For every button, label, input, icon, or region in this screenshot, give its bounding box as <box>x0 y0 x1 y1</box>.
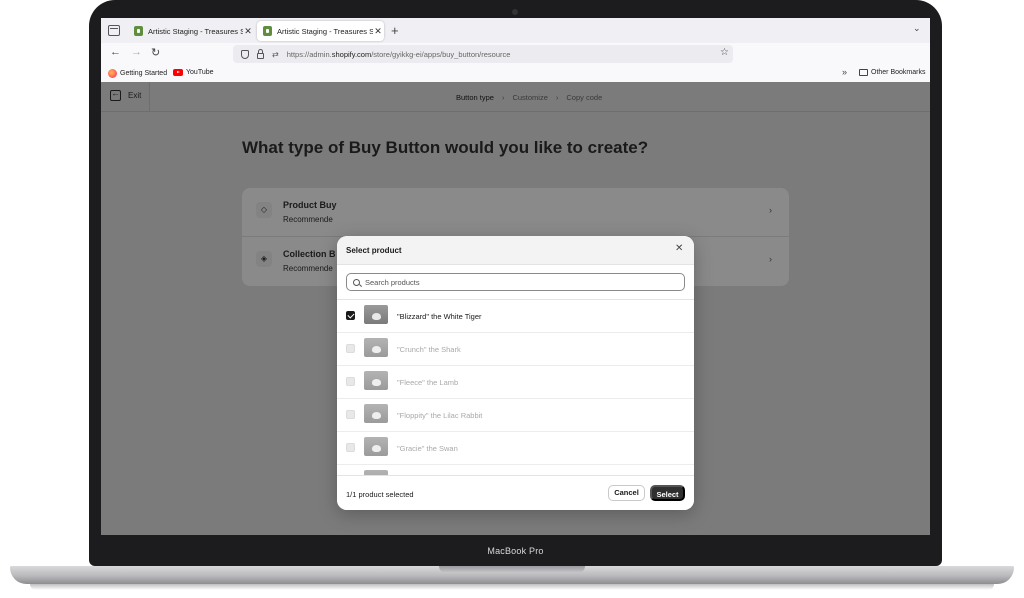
modal-header: Select product ✕ <box>337 236 694 265</box>
exit-label: Exit <box>128 91 142 100</box>
page-content: Exit Button type › Customize › Copy code… <box>101 82 930 535</box>
exit-button[interactable]: Exit <box>110 88 142 101</box>
chevron-right-icon: › <box>769 205 772 215</box>
search-input[interactable] <box>365 277 665 287</box>
bookmark-label: Getting Started <box>120 70 168 77</box>
url-text[interactable]: https://admin.shopify.com/store/gyikkg-e… <box>287 50 511 59</box>
tab-title: Artistic Staging - Treasures Sto <box>148 26 244 36</box>
selected-count: 1/1 product selected <box>346 490 414 499</box>
product-name: "Blizzard" the White Tiger <box>397 312 482 321</box>
modal-footer: 1/1 product selected Cancel Select <box>337 475 694 510</box>
product-name: "Gracie" the Swan <box>397 444 458 453</box>
url-path: /store/gyikkg-ei/apps/buy_button/resourc… <box>371 49 511 59</box>
product-thumbnail <box>364 437 388 456</box>
reload-icon[interactable]: ↻ <box>151 46 160 59</box>
product-checkbox <box>346 344 355 353</box>
search-box[interactable] <box>346 273 685 291</box>
product-checkbox[interactable] <box>346 311 355 320</box>
step-button-type: Button type <box>456 93 494 102</box>
tab-list-icon[interactable] <box>108 25 120 36</box>
product-name: "Floppity" the Lilac Rabbit <box>397 411 483 420</box>
product-checkbox <box>346 410 355 419</box>
new-tab-button[interactable]: + <box>391 23 399 38</box>
forward-icon[interactable]: → <box>131 46 142 58</box>
product-thumbnail <box>364 404 388 423</box>
bookmark-label: Other Bookmarks <box>871 69 926 76</box>
product-name: "Crunch" the Shark <box>397 345 461 354</box>
product-row <box>337 465 694 475</box>
select-button[interactable]: Select <box>650 485 685 501</box>
product-list: "Blizzard" the White Tiger "Crunch" the S… <box>337 299 694 475</box>
option-title: Product Buy <box>283 200 337 210</box>
product-thumbnail <box>364 371 388 390</box>
lock-icon[interactable] <box>257 48 264 59</box>
option-product-buy-button[interactable]: ◇ Product Buy Recommende › <box>242 188 789 237</box>
product-row[interactable]: "Blizzard" the White Tiger <box>337 300 694 333</box>
star-icon[interactable]: ☆ <box>720 47 729 58</box>
firefox-icon <box>108 69 117 78</box>
url-domain: shopify.com <box>331 49 372 59</box>
chevron-down-icon[interactable]: ⌄ <box>913 23 921 34</box>
breadcrumb: Button type › Customize › Copy code <box>456 93 602 102</box>
screen: Artistic Staging - Treasures Sto ✕ Artis… <box>101 18 930 535</box>
chevron-right-icon: › <box>501 93 505 102</box>
search-icon <box>353 278 360 286</box>
product-name: "Fleece" the Lamb <box>397 378 459 387</box>
option-description: Recommende <box>283 215 333 224</box>
close-icon[interactable]: ✕ <box>675 243 683 254</box>
bookmarks-bar: Getting Started YouTube » Other Bookmark… <box>101 65 930 82</box>
shopify-icon <box>134 26 143 36</box>
laptop-shadow <box>30 584 994 590</box>
folder-icon <box>859 69 868 76</box>
tag-icon: ◇ <box>256 202 272 218</box>
step-customize: Customize <box>512 93 548 102</box>
select-product-modal: Select product ✕ "Blizzard" the White Ti… <box>337 236 694 510</box>
shopify-icon <box>263 26 272 36</box>
youtube-icon <box>173 69 183 76</box>
chevron-right-icon: › <box>555 93 559 102</box>
bookmark-getting-started[interactable]: Getting Started <box>108 69 167 78</box>
page-topbar: Exit Button type › Customize › Copy code <box>101 82 930 112</box>
close-icon[interactable]: ✕ <box>373 26 383 37</box>
back-icon[interactable]: ← <box>110 46 121 58</box>
browser-tab[interactable]: Artistic Staging - Treasures Sto ✕ <box>128 21 253 41</box>
product-checkbox <box>346 443 355 452</box>
page-title: What type of Buy Button would you like t… <box>242 138 649 157</box>
product-row: "Gracie" the Swan <box>337 432 694 465</box>
chevron-double-right-icon[interactable]: » <box>842 67 847 77</box>
camera <box>512 9 518 15</box>
exit-icon <box>110 88 121 101</box>
shield-icon[interactable] <box>241 49 249 59</box>
modal-title: Select product <box>346 246 402 255</box>
chevron-right-icon: › <box>769 254 772 264</box>
browser-tab-active[interactable]: Artistic Staging - Treasures Sto ✕ <box>257 21 384 41</box>
collection-icon: ◈ <box>256 251 272 267</box>
close-icon[interactable]: ✕ <box>243 26 253 37</box>
product-row: "Crunch" the Shark <box>337 333 694 366</box>
url-bar[interactable]: ⇄ https://admin.shopify.com/store/gyikkg… <box>233 45 733 63</box>
permissions-icon[interactable]: ⇄ <box>272 50 279 59</box>
device-label: MacBook Pro <box>487 546 544 556</box>
bookmark-label: YouTube <box>186 69 214 76</box>
divider <box>149 82 150 112</box>
option-description: Recommende <box>283 264 333 273</box>
tab-strip: Artistic Staging - Treasures Sto ✕ Artis… <box>101 18 930 43</box>
product-thumbnail <box>364 305 388 324</box>
product-row: "Fleece" the Lamb <box>337 366 694 399</box>
other-bookmarks[interactable]: Other Bookmarks <box>859 69 925 76</box>
laptop-base-notch <box>439 566 585 573</box>
nav-bar: ← → ↻ ⇄ https://admin.shopify.com/store/… <box>101 43 930 65</box>
product-checkbox <box>346 377 355 386</box>
option-title: Collection B <box>283 249 336 259</box>
step-copy-code: Copy code <box>566 93 603 102</box>
cancel-button[interactable]: Cancel <box>608 485 645 501</box>
product-row: "Floppity" the Lilac Rabbit <box>337 399 694 432</box>
url-prefix: https://admin. <box>286 49 332 59</box>
bookmark-youtube[interactable]: YouTube <box>173 69 214 76</box>
product-thumbnail <box>364 338 388 357</box>
tab-title: Artistic Staging - Treasures Sto <box>277 26 373 36</box>
